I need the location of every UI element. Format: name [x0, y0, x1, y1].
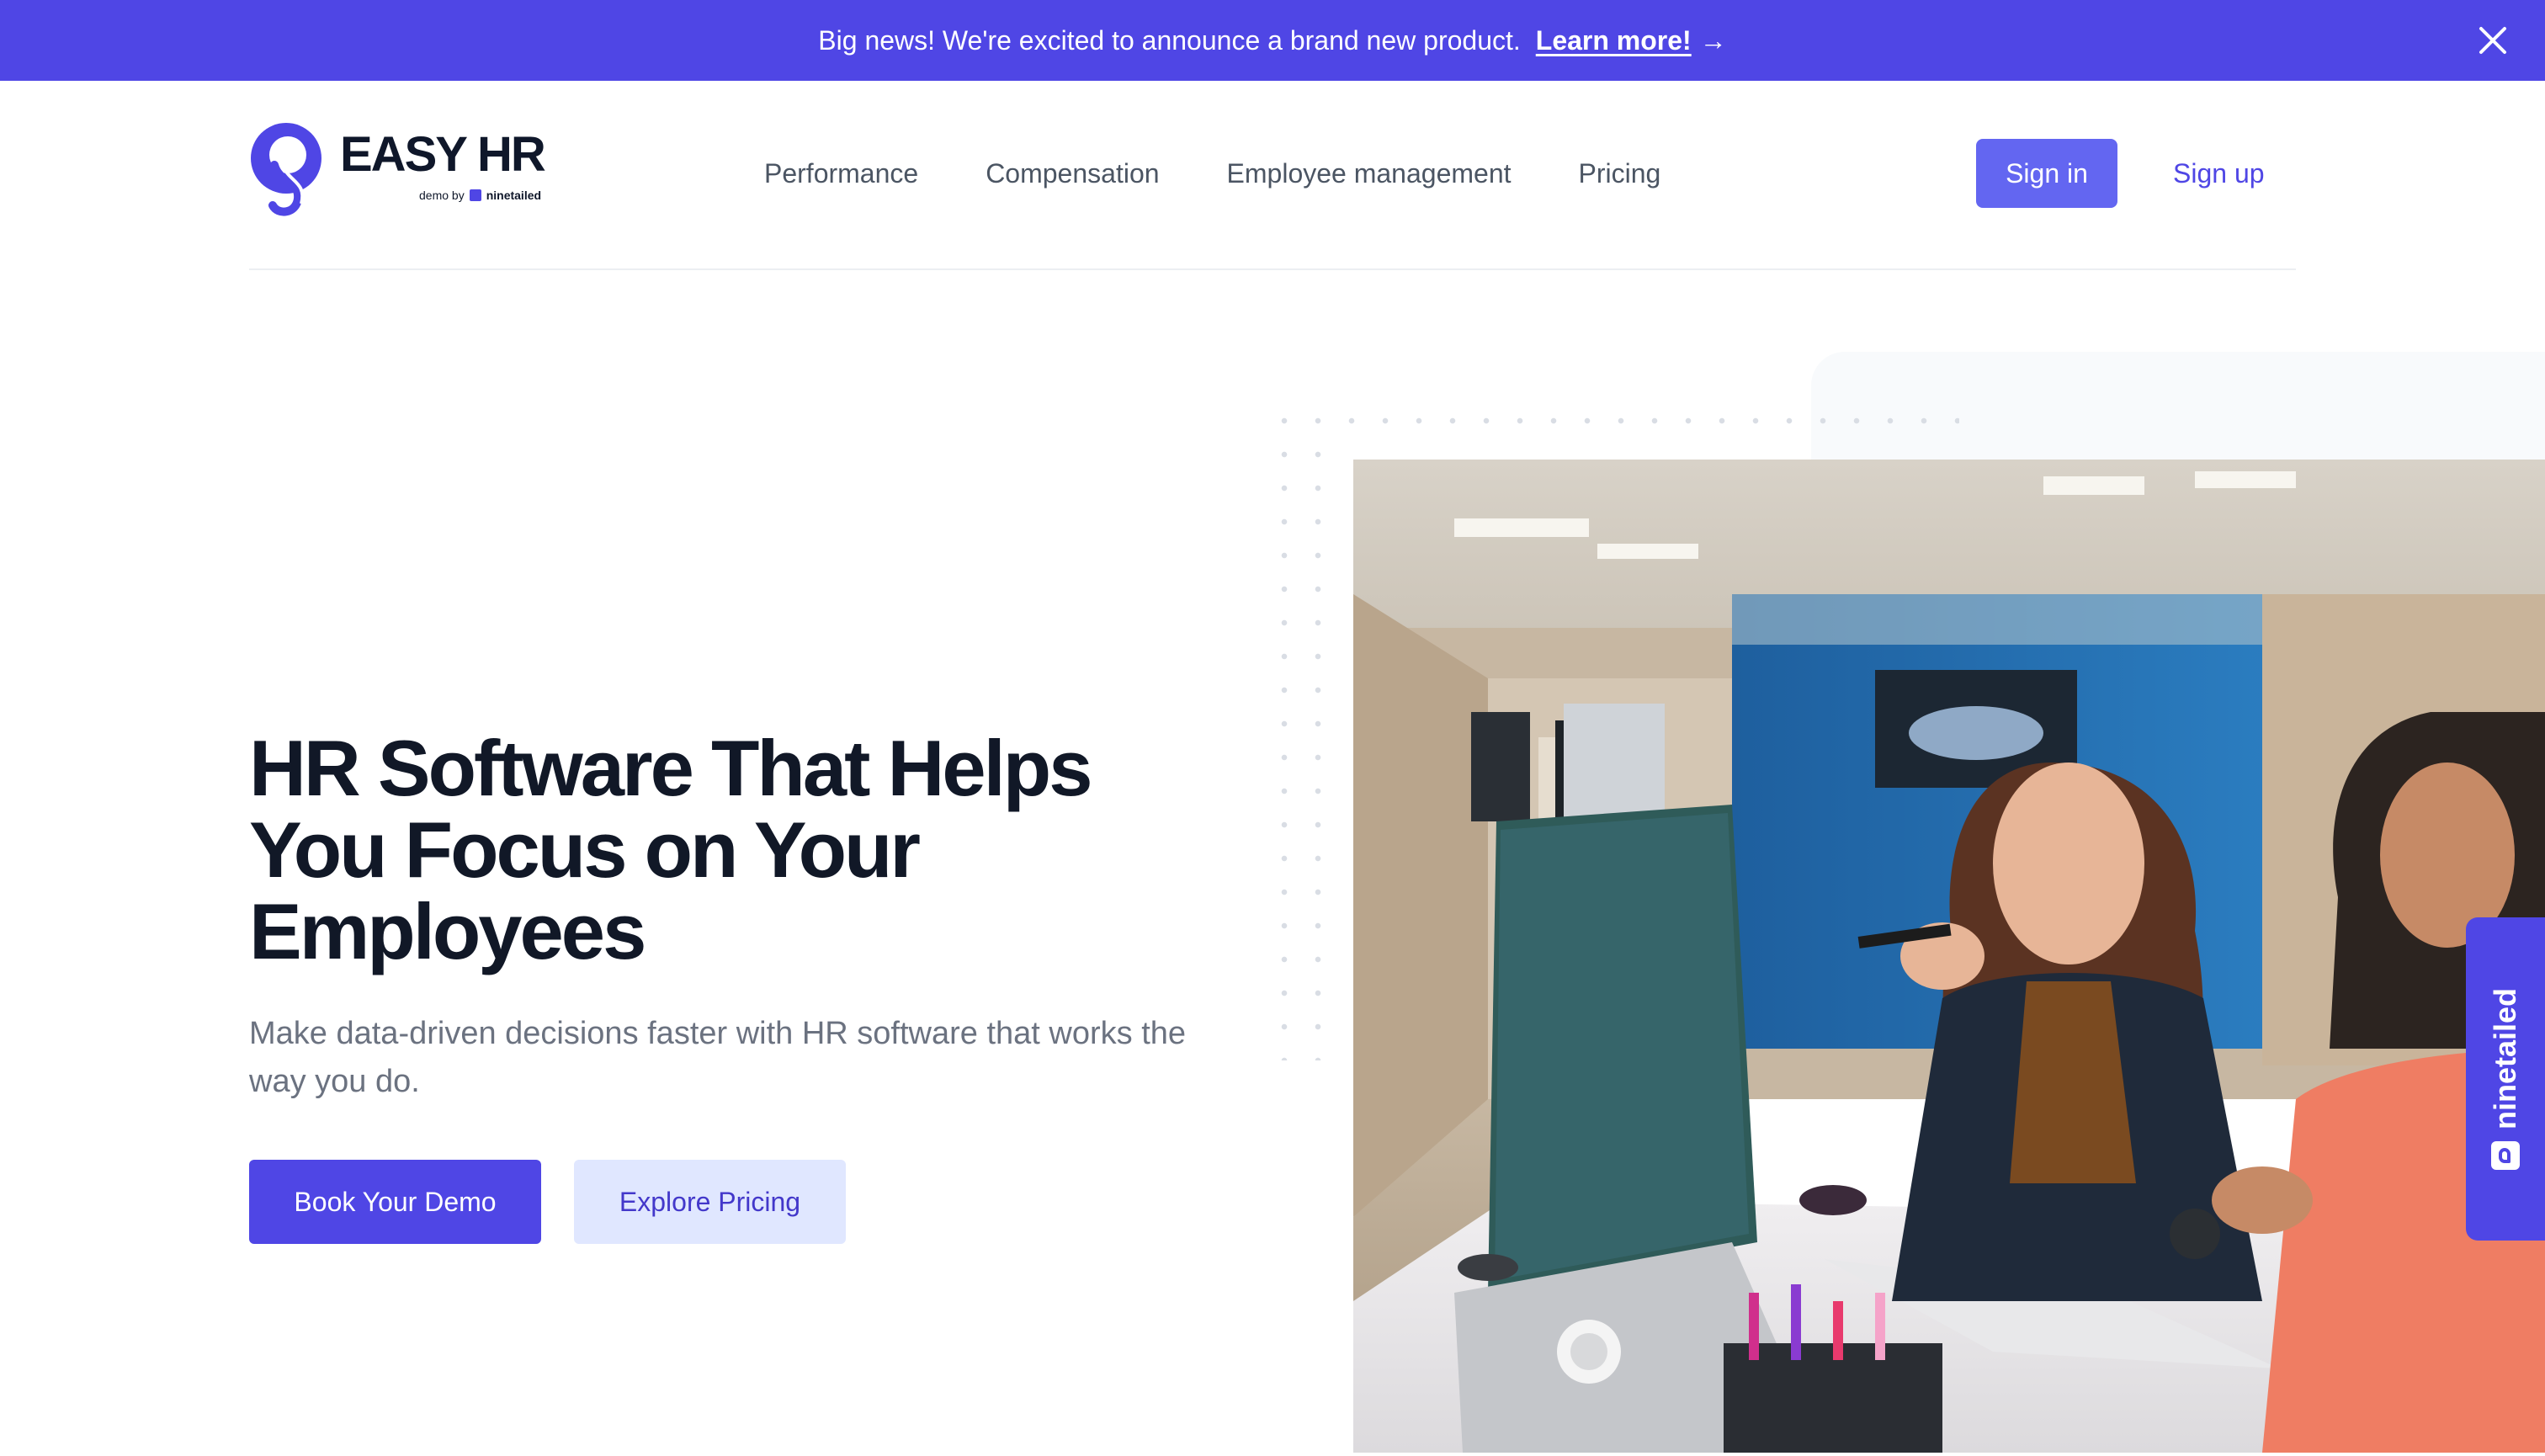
dot-pattern-top — [1267, 404, 1959, 451]
logo-sub-brand: ninetailed — [486, 189, 542, 202]
hero-subtitle: Make data-driven decisions faster with H… — [249, 1016, 1187, 1099]
sign-up-link[interactable]: Sign up — [2173, 158, 2265, 189]
arrow-right-icon: → — [1699, 24, 1727, 56]
nav-item-performance[interactable]: Performance — [764, 158, 918, 189]
hero-title: HR Software That Helps You Focus on Your… — [249, 724, 1093, 975]
logo-text: EASY HR — [340, 127, 546, 182]
nav-item-compensation[interactable]: Compensation — [986, 158, 1159, 189]
close-icon[interactable] — [2474, 22, 2511, 59]
announcement-banner: Big news! We're excited to announce a br… — [0, 0, 2545, 81]
ninetailed-tab-label: ninetailed — [2488, 987, 2522, 1130]
logo-subtitle: demo by ninetailed — [419, 189, 541, 202]
logo-sub-prefix: demo by — [419, 189, 465, 202]
nav-item-employee-management[interactable]: Employee management — [1227, 158, 1512, 189]
site-header: EASY HR demo by ninetailed Performance C… — [249, 81, 2296, 270]
sign-in-button[interactable]: Sign in — [1976, 139, 2117, 208]
book-demo-button[interactable]: Book Your Demo — [249, 1160, 541, 1244]
nav-item-pricing[interactable]: Pricing — [1579, 158, 1661, 189]
main-nav: Performance Compensation Employee manage… — [764, 158, 1660, 189]
ninetailed-tab-content: ninetailed — [2488, 987, 2523, 1171]
banner-message: Big news! We're excited to announce a br… — [818, 24, 1521, 56]
dot-pattern-left — [1267, 438, 1348, 1060]
ninetailed-icon — [2491, 1141, 2520, 1171]
hero-office-photo — [1353, 460, 2545, 1453]
learn-more-link[interactable]: Learn more! — [1536, 25, 1692, 56]
ninetailed-icon — [469, 189, 481, 201]
ninetailed-side-tab[interactable]: ninetailed — [2466, 917, 2545, 1241]
explore-pricing-button[interactable]: Explore Pricing — [574, 1160, 846, 1244]
easy-hr-logo-icon — [249, 121, 325, 219]
logo[interactable]: EASY HR demo by ninetailed — [249, 121, 561, 222]
